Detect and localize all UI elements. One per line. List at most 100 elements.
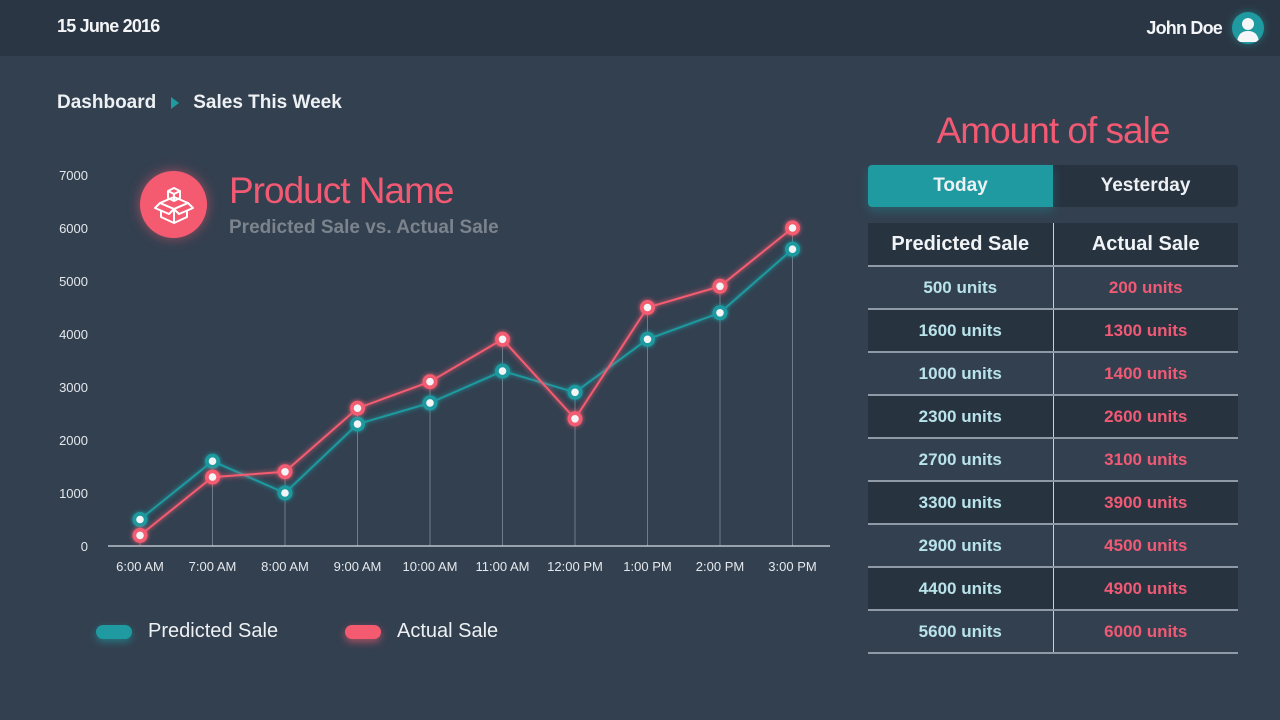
point-center <box>281 468 289 476</box>
product-subtitle: Predicted Sale vs. Actual Sale <box>229 217 499 238</box>
data-point-predicted <box>495 363 510 379</box>
legend-label-actual: Actual Sale <box>397 620 499 642</box>
point-center <box>426 377 434 386</box>
legend-predicted: Predicted Sale <box>96 620 278 643</box>
predicted-cell: 1000 units <box>868 352 1054 396</box>
actual-cell: 4900 units <box>1053 567 1238 611</box>
data-point-actual <box>567 411 583 427</box>
amount-of-sale-title: Amount of sale <box>936 110 1171 151</box>
point-center <box>353 404 362 413</box>
data-point-predicted <box>640 331 655 347</box>
data-point-predicted <box>277 485 293 501</box>
data-point-actual <box>712 278 728 294</box>
predicted-cell: 3300 units <box>868 481 1054 525</box>
y-tick-label: 6000 <box>59 221 88 236</box>
x-tick-label: 1:00 PM <box>623 559 671 574</box>
data-point-actual <box>350 400 365 416</box>
data-point-predicted <box>712 305 728 321</box>
point-center <box>571 415 579 423</box>
y-tick-label: 4000 <box>59 327 88 342</box>
point-center <box>643 303 652 312</box>
x-tick-label: 3:00 PM <box>768 559 816 574</box>
y-tick-label: 7000 <box>59 168 88 183</box>
legend-actual: Actual Sale <box>345 620 498 643</box>
x-tick-label: 8:00 AM <box>261 559 309 574</box>
actual-cell: 1300 units <box>1053 309 1238 353</box>
point-center <box>716 282 724 291</box>
series-line-predicted <box>139 248 794 521</box>
point-center <box>136 531 144 540</box>
tab-today[interactable]: Today <box>868 165 1053 207</box>
actual-cell: 4500 units <box>1053 524 1238 568</box>
y-tick-label: 0 <box>81 539 88 554</box>
data-point-predicted <box>132 512 148 527</box>
legend-swatch-predicted <box>96 624 132 639</box>
table-row: 3300 units 3900 units <box>868 481 1238 525</box>
point-center <box>716 309 724 317</box>
point-center <box>788 245 797 253</box>
x-tick-label: 11:00 AM <box>476 559 530 574</box>
y-tick-label: 5000 <box>59 274 88 289</box>
actual-cell: 1400 units <box>1053 352 1238 396</box>
sales-line-chart: 0 1000 2000 3000 4000 5000 6000 7000 6:00 AM 7:0… <box>59 168 830 574</box>
x-tick-label: 12:00 PM <box>547 559 603 574</box>
x-tick-label: 9:00 AM <box>334 559 382 574</box>
predicted-cell: 500 units <box>868 266 1054 310</box>
data-point-actual <box>422 374 438 390</box>
data-point-predicted <box>205 453 220 469</box>
point-center <box>208 457 217 466</box>
y-tick-label: 1000 <box>59 486 88 501</box>
table-row: 500 units 200 units <box>868 266 1238 310</box>
point-center <box>788 224 797 232</box>
actual-cell: 3100 units <box>1053 438 1238 482</box>
point-center <box>498 367 507 375</box>
x-tick-label: 6:00 AM <box>116 559 164 574</box>
legend-label-predicted: Predicted Sale <box>148 620 279 642</box>
column-header-actual: Actual Sale <box>1053 223 1238 267</box>
table-row: 4400 units 4900 units <box>868 567 1238 611</box>
sales-table: Predicted Sale Actual Sale 500 units 200 … <box>868 223 1238 654</box>
data-point-actual <box>205 469 220 485</box>
data-point-predicted <box>350 416 365 432</box>
data-point-actual <box>785 220 800 236</box>
predicted-cell: 5600 units <box>868 610 1054 654</box>
y-tick-label: 3000 <box>59 380 88 395</box>
data-point-actual <box>132 527 148 543</box>
point-center <box>571 388 579 397</box>
series-line-actual <box>139 227 794 537</box>
point-center <box>643 335 652 344</box>
legend-swatch-actual <box>345 624 381 639</box>
boxes-icon <box>140 171 207 238</box>
actual-cell: 2600 units <box>1053 395 1238 439</box>
column-header-predicted: Predicted Sale <box>868 223 1054 267</box>
actual-cell: 6000 units <box>1053 610 1238 654</box>
x-tick-label: 7:00 AM <box>189 559 237 574</box>
y-tick-label: 2000 <box>59 433 88 448</box>
predicted-cell: 2300 units <box>868 395 1054 439</box>
data-point-predicted <box>785 241 800 257</box>
table-row: 2900 units 4500 units <box>868 524 1238 568</box>
x-tick-label: 10:00 AM <box>403 559 458 574</box>
actual-cell: 3900 units <box>1053 481 1238 525</box>
data-point-actual <box>640 300 655 315</box>
data-point-predicted <box>567 384 583 400</box>
actual-cell: 200 units <box>1053 266 1238 310</box>
point-center <box>426 399 434 407</box>
predicted-cell: 2900 units <box>868 524 1054 568</box>
table-header-row: Predicted Sale Actual Sale <box>868 223 1238 267</box>
day-tabs: Today Yesterday <box>868 165 1238 207</box>
tab-yesterday[interactable]: Yesterday <box>1053 165 1238 207</box>
predicted-cell: 1600 units <box>868 309 1054 353</box>
product-title: Product Name <box>229 170 454 211</box>
point-center <box>281 489 289 497</box>
data-point-predicted <box>422 395 438 411</box>
predicted-cell: 4400 units <box>868 567 1054 611</box>
user-menu[interactable]: John Doe <box>1146 12 1264 44</box>
table-row: 2700 units 3100 units <box>868 438 1238 482</box>
point-center <box>208 473 217 481</box>
point-center <box>136 515 144 524</box>
table-row: 1000 units 1400 units <box>868 352 1238 396</box>
user-avatar-icon[interactable] <box>1232 12 1264 44</box>
point-center <box>498 335 507 344</box>
user-name: John Doe <box>1146 17 1222 38</box>
